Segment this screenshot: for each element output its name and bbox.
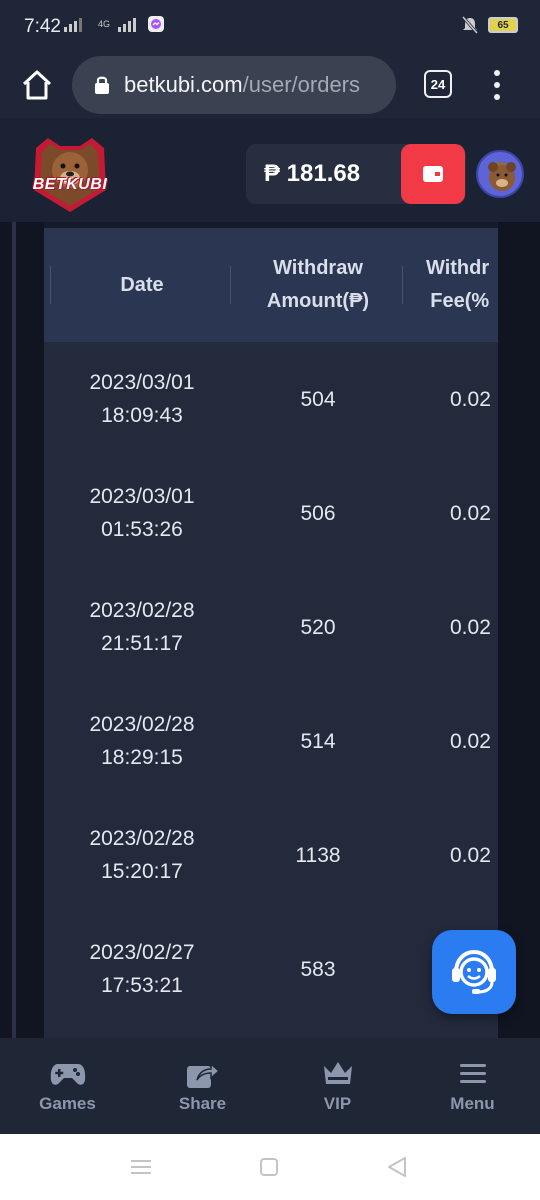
cell-date: 2023/02/28 21:51:17 — [89, 599, 195, 655]
column-header-withdraw-fee: Withdr Fee(% — [426, 257, 490, 312]
column-header-withdraw-amount: Withdraw Amount(₱) — [266, 257, 370, 312]
wallet-icon — [423, 166, 443, 182]
status-bar: 7:42 4G 65 — [0, 0, 540, 56]
status-right: 65 — [462, 16, 518, 34]
cell-date: 2023/03/01 01:53:26 — [89, 485, 195, 541]
nav-share[interactable]: Share — [135, 1038, 270, 1134]
table-header: Date Withdraw Amount(₱) Withdr Fee(% — [44, 228, 498, 342]
home-icon[interactable] — [20, 68, 54, 102]
cell-amount: 583 — [300, 957, 336, 981]
cell-date: 2023/02/28 15:20:17 — [89, 827, 195, 883]
share-icon — [186, 1062, 220, 1088]
status-time: 7:42 — [24, 16, 61, 37]
cell-fee: 0.02 — [450, 501, 491, 525]
wallet-button[interactable] — [401, 144, 465, 204]
signal-icon — [64, 18, 82, 32]
table-row[interactable]: 2023/02/28 21:51:17 520 0.02 — [44, 570, 498, 684]
cell-amount: 504 — [300, 387, 336, 411]
cell-amount: 514 — [300, 729, 336, 753]
tab-switcher-button[interactable]: 24 — [424, 70, 452, 98]
nav-games[interactable]: Games — [0, 1038, 135, 1134]
system-navigation-bar — [0, 1134, 540, 1200]
table-row[interactable]: 2023/03/01 01:53:26 506 0.02 — [44, 456, 498, 570]
lock-icon — [95, 76, 109, 94]
gamepad-icon — [50, 1064, 85, 1085]
user-avatar[interactable] — [476, 150, 524, 198]
browser-toolbar: betkubi.com/user/orders 24 — [0, 56, 540, 118]
url-bar[interactable]: betkubi.com/user/orders — [72, 56, 396, 114]
network-type: 4G — [98, 19, 111, 29]
cell-amount: 506 — [300, 501, 336, 525]
customer-support-button[interactable] — [432, 930, 516, 1014]
nav-label-games: Games — [39, 1094, 96, 1113]
status-icons: 4G — [64, 16, 165, 32]
cell-fee: 0.02 — [450, 387, 491, 411]
balance-amount: ₱ 181.68 — [264, 160, 361, 187]
cell-date: 2023/02/27 17:53:21 — [89, 941, 195, 997]
cell-fee: 0.02 — [450, 729, 491, 753]
mute-icon — [462, 16, 478, 34]
cell-date: 2023/03/01 18:09:43 — [89, 371, 195, 427]
cell-fee: 0.02 — [450, 843, 491, 867]
more-options-icon[interactable] — [490, 70, 504, 100]
bear-avatar-icon — [488, 162, 516, 191]
cell-fee: 0.02 — [450, 615, 491, 639]
signal-icon-2 — [118, 18, 137, 32]
recent-apps-icon[interactable] — [130, 1158, 152, 1176]
cell-date: 2023/02/28 18:29:15 — [89, 713, 195, 769]
table-row[interactable]: 2023/02/28 15:20:17 1138 0.02 — [44, 798, 498, 912]
logo-text: BETKUBI — [32, 176, 108, 193]
table-row[interactable]: 2023/03/01 18:09:43 504 0.02 — [44, 342, 498, 456]
betkubi-logo[interactable] — [26, 134, 114, 214]
scroll-rail — [12, 222, 16, 1038]
orders-content: Date Withdraw Amount(₱) Withdr Fee(% 202… — [0, 222, 540, 1038]
nav-menu[interactable]: Menu — [405, 1038, 540, 1134]
nav-label-vip: VIP — [323, 1094, 352, 1113]
back-icon[interactable] — [386, 1156, 408, 1178]
url-host: betkubi.com — [124, 72, 243, 97]
table-row[interactable]: 2023/02/27 17:53:21 583 — [44, 912, 498, 1026]
crown-icon — [323, 1062, 352, 1084]
column-header-date: Date — [120, 273, 164, 296]
nav-label-share: Share — [178, 1094, 227, 1113]
cell-amount: 1138 — [295, 843, 341, 867]
withdraw-orders-table[interactable]: Date Withdraw Amount(₱) Withdr Fee(% 202… — [44, 228, 498, 1038]
menu-icon — [459, 1064, 486, 1083]
site-header: BETKUBI ₱ 181.68 — [0, 118, 540, 222]
battery-icon: 65 — [488, 17, 518, 33]
nav-label-menu: Menu — [450, 1094, 495, 1113]
messenger-icon — [148, 16, 165, 32]
table-row[interactable]: 2023/02/28 18:29:15 514 0.02 — [44, 684, 498, 798]
home-square-icon[interactable] — [259, 1157, 279, 1177]
bottom-navigation: Games Share VIP Menu — [0, 1038, 540, 1134]
nav-vip[interactable]: VIP — [270, 1038, 405, 1134]
right-gutter — [498, 222, 540, 1038]
url-path: /user/orders — [242, 72, 361, 97]
headset-icon — [452, 949, 496, 994]
cell-amount: 520 — [300, 615, 336, 639]
header-separator — [402, 266, 403, 304]
left-gutter — [0, 222, 44, 1038]
